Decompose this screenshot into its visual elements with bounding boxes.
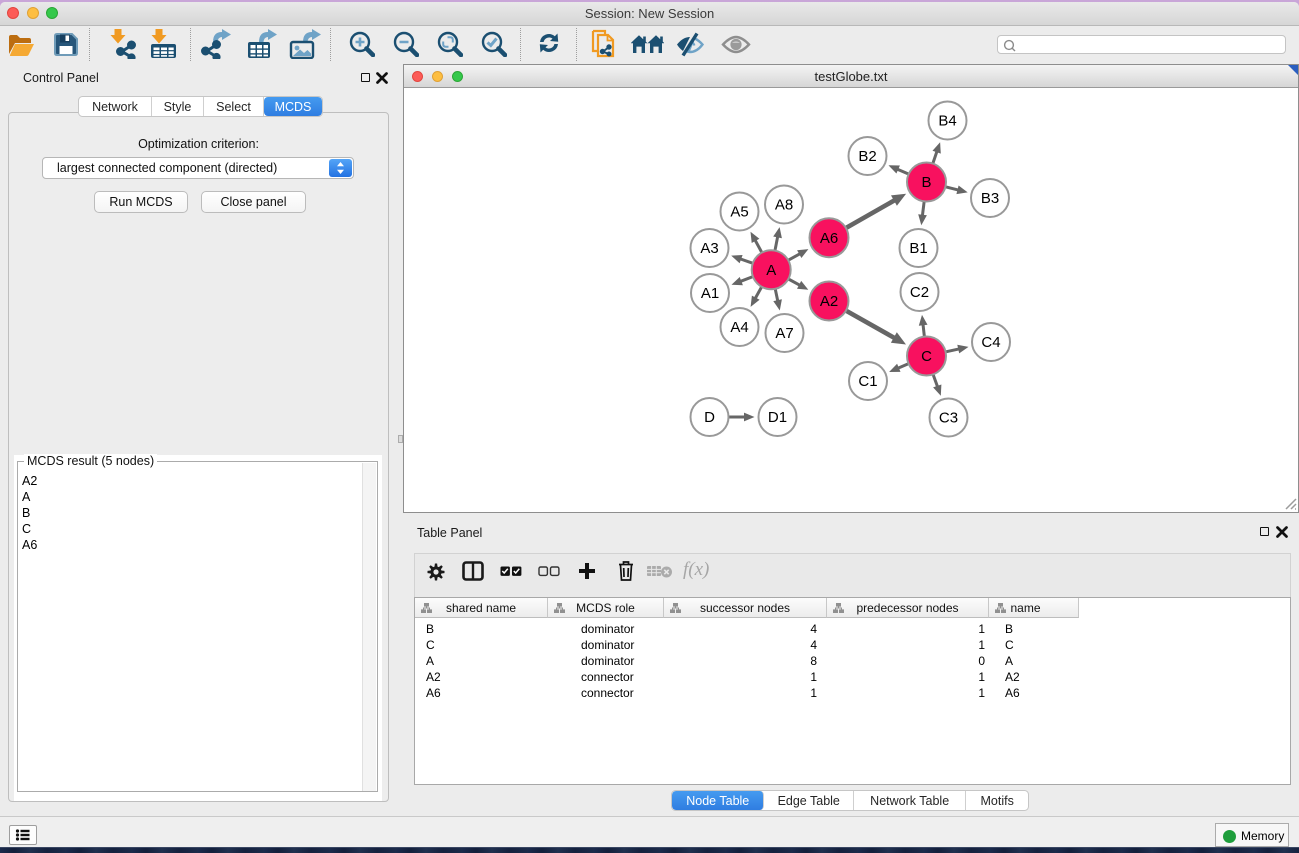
- svg-text:C4: C4: [981, 334, 1000, 351]
- svg-text:A7: A7: [775, 325, 793, 342]
- svg-text:D: D: [704, 409, 715, 426]
- svg-text:C1: C1: [858, 373, 877, 390]
- svg-text:C3: C3: [939, 410, 958, 427]
- svg-text:A4: A4: [730, 319, 748, 336]
- svg-text:C: C: [921, 348, 932, 365]
- svg-text:A1: A1: [701, 285, 719, 302]
- svg-text:B1: B1: [909, 240, 927, 257]
- svg-text:D1: D1: [768, 409, 787, 426]
- svg-text:A: A: [766, 262, 776, 279]
- svg-text:B2: B2: [858, 148, 876, 165]
- svg-text:A8: A8: [775, 197, 793, 214]
- svg-text:B: B: [921, 174, 931, 191]
- svg-text:A3: A3: [700, 240, 718, 257]
- svg-text:A2: A2: [820, 293, 838, 310]
- svg-text:A5: A5: [730, 204, 748, 221]
- svg-text:A6: A6: [820, 230, 838, 247]
- svg-text:B4: B4: [938, 113, 956, 130]
- svg-text:C2: C2: [910, 284, 929, 301]
- svg-text:B3: B3: [981, 190, 999, 207]
